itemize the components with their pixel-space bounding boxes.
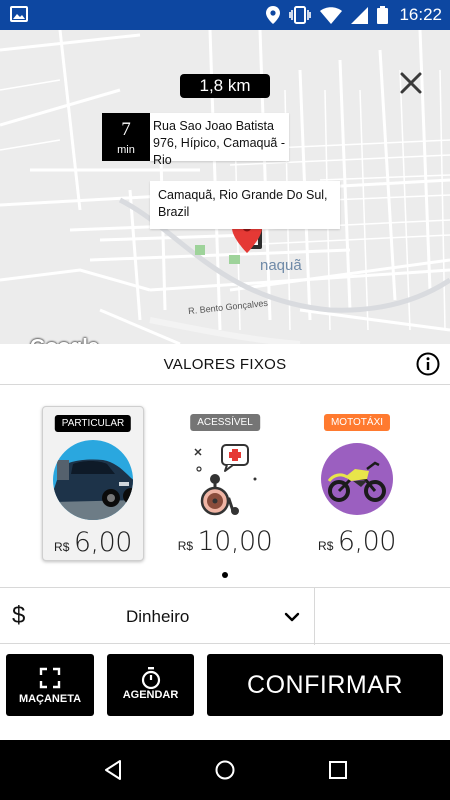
price-value: 6,00 [337, 526, 397, 557]
macaneta-button[interactable]: MAÇANETA [6, 654, 94, 716]
info-icon[interactable] [416, 352, 440, 376]
wheelchair-icon [194, 444, 257, 516]
option-acessivel[interactable]: ACESSÍVEL R$ 10,00 [174, 406, 276, 561]
dollar-icon: $ [12, 602, 26, 629]
option-badge: PARTICULAR [54, 415, 132, 432]
fullscreen-icon [39, 667, 61, 689]
back-icon[interactable] [101, 758, 125, 782]
option-price: R$ 10,00 [174, 526, 276, 557]
option-badge: ACESSÍVEL [190, 414, 260, 431]
sheet-header: VALORES FIXOS [0, 344, 450, 385]
payment-divider [314, 588, 315, 645]
price-value: 10,00 [197, 526, 273, 557]
agendar-label: AGENDAR [122, 689, 179, 701]
payment-method-row[interactable]: $ Dinheiro [0, 587, 450, 645]
macaneta-label: MAÇANETA [18, 693, 82, 705]
map-city-label: naquã [260, 257, 302, 274]
ride-options-sheet: VALORES FIXOS PARTICULAR R$ 6,00 ACESSÍV… [0, 344, 450, 740]
distance-badge: 1,8 km [180, 74, 270, 98]
clock: 16:22 [399, 5, 442, 24]
motorcycle-icon [321, 443, 393, 515]
car-icon [53, 440, 133, 520]
location-icon [266, 6, 281, 24]
carousel-page-indicator [222, 572, 228, 578]
signal-icon [351, 6, 369, 24]
timer-icon [141, 667, 160, 689]
price-value: 6,00 [73, 527, 133, 558]
price-currency: R$ [54, 540, 70, 554]
vibrate-icon [289, 6, 312, 24]
price-currency: R$ [177, 539, 194, 553]
confirm-label: CONFIRMAR [247, 671, 403, 699]
home-icon[interactable] [213, 758, 237, 782]
option-price: R$ 6,00 [306, 526, 408, 557]
agendar-button[interactable]: AGENDAR [107, 654, 194, 716]
system-nav-bar [0, 740, 450, 800]
option-price: R$ 6,00 [43, 527, 143, 558]
option-badge: MOTOTÁXI [323, 414, 391, 431]
route-map[interactable]: 1,8 km 7 min Rua Sao Joao Batista 976, H… [0, 30, 450, 344]
recents-icon[interactable] [326, 758, 350, 782]
payment-method-label: Dinheiro [126, 607, 190, 626]
app-screen: 16:22 1,8 km 7 min Rua Sao Joao Batista … [0, 0, 450, 800]
sheet-title: VALORES FIXOS [163, 356, 287, 373]
status-bar: 16:22 [0, 0, 450, 30]
image-icon [10, 6, 28, 22]
chevron-down-icon[interactable] [284, 609, 300, 625]
wifi-icon [320, 6, 343, 24]
confirm-button[interactable]: CONFIRMAR [207, 654, 443, 716]
battery-icon [377, 6, 389, 24]
option-mototaxi[interactable]: MOTOTÁXI R$ 6,00 [306, 406, 408, 561]
google-logo: Google [30, 336, 99, 344]
destination-address: Camaquã, Rio Grande Do Sul, Brazil [150, 181, 340, 229]
close-icon[interactable] [398, 70, 424, 96]
price-currency: R$ [318, 539, 334, 553]
eta-unit: min [117, 144, 135, 156]
option-particular[interactable]: PARTICULAR R$ 6,00 [42, 406, 144, 561]
origin-address: Rua Sao Joao Batista 976, Hípico, Camaqu… [150, 113, 289, 167]
eta-value: 7 [121, 119, 131, 140]
eta-box: 7 min [102, 113, 150, 161]
